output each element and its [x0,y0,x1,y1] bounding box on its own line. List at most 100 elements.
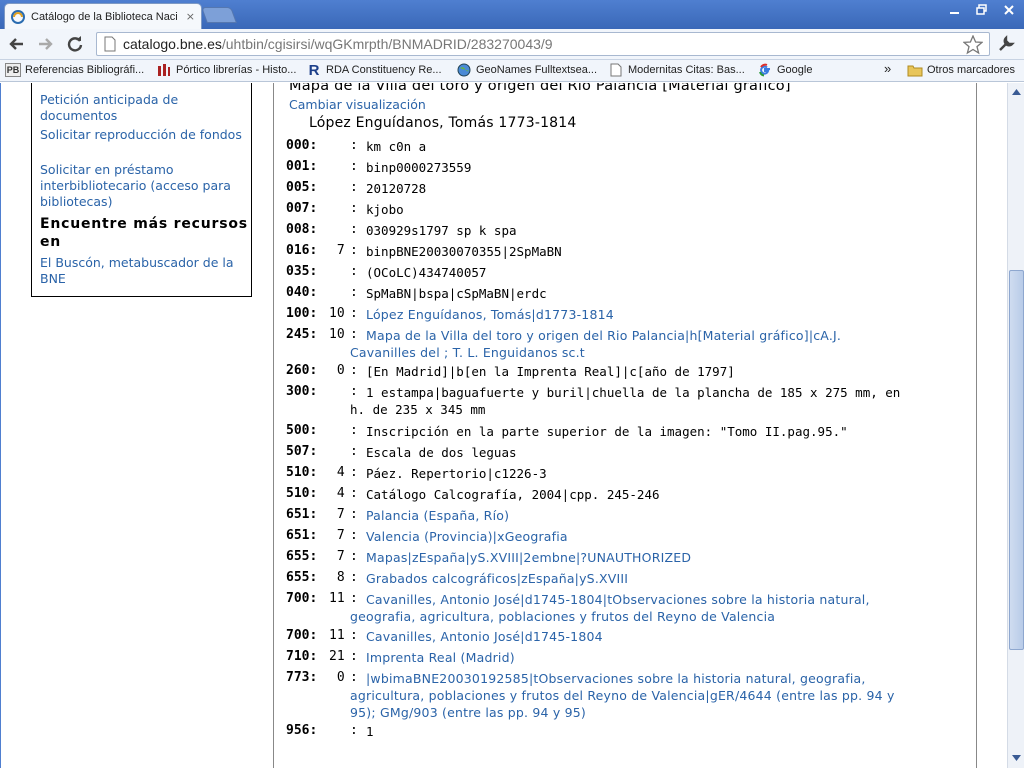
marc-value: binp0000273559 [366,160,472,175]
bookmark-referencias[interactable]: PB Referencias Bibliográfi... [5,63,144,77]
link-peticion-anticipada[interactable]: Petición anticipada de documentos [40,92,250,124]
marc-tag: 510: [286,486,318,501]
marc-indicators: 7 [329,528,345,543]
bookmark-portico[interactable]: Pórtico librerías - Histo... [156,63,296,77]
globe-icon [456,63,472,77]
bookmark-rda[interactable]: R RDA Constituency Re... [306,62,442,79]
marc-indicators: 11 [329,628,345,643]
vertical-scrollbar[interactable] [1007,83,1024,768]
marc-value: binpBNE20030070355|2SpMaBN [366,244,562,259]
marc-tag: 300: [286,384,318,399]
marc-tag: 651: [286,507,318,522]
page-icon [104,36,116,52]
reload-button[interactable] [63,33,87,55]
marc-colon: : [350,549,358,564]
link-buscon[interactable]: El Buscón, metabuscador de la BNE [40,255,250,287]
marc-tag: 507: [286,444,318,459]
marc-tag: 245: [286,327,318,342]
marc-value-link[interactable]: Cavanilles, Antonio José|d1745-1804|tObs… [350,591,906,625]
content-border-right [976,83,977,768]
marc-value-link[interactable]: Valencia (Provincia)|xGeografia [366,528,906,545]
marc-value: Inscripción en la parte superior de la i… [366,424,848,439]
bookmarks-overflow-button[interactable]: » [884,61,891,76]
marc-indicators: 7 [329,549,345,564]
marc-value: 1 estampa|baguafuerte y buril|chuella de… [350,385,908,417]
url-host: catalogo.bne.es [123,36,222,52]
marc-value-link[interactable]: Cavanilles, Antonio José|d1745-1804 [366,628,906,645]
bookmark-label: Pórtico librerías - Histo... [176,64,297,76]
marc-value-link[interactable]: Palancia (España, Río) [366,507,906,524]
forward-arrow-icon [39,38,53,50]
bookmarks-bar: PB Referencias Bibliográfi... Pórtico li… [0,60,1024,82]
marc-indicators: 4 [329,486,345,501]
marc-colon: : [350,159,358,174]
marc-tag: 040: [286,285,318,300]
change-view-link[interactable]: Cambiar visualización [289,97,426,112]
marc-value-link[interactable]: Mapa de la Villa del toro y origen del R… [350,327,906,361]
back-button[interactable] [4,33,28,55]
sidebar-heading: Encuentre más recursos en [40,216,248,250]
restore-icon[interactable] [968,1,995,19]
marc-tag: 651: [286,528,318,543]
marc-value: 030929s1797 sp k spa [366,223,517,238]
marc-indicators: 7 [329,243,345,258]
marc-colon: : [350,306,358,321]
marc-tag: 510: [286,465,318,480]
close-window-icon[interactable] [995,1,1022,19]
address-bar[interactable]: catalogo.bne.es/uhtbin/cgisirsi/wqGKmrpt… [96,32,990,56]
marc-value: 20120728 [366,181,427,196]
window-controls [941,1,1022,19]
scroll-down-icon[interactable] [1009,750,1024,766]
browser-titlebar: Catálogo de la Biblioteca Naci × [0,0,1024,29]
bookmark-geonames[interactable]: GeoNames Fulltextsea... [456,63,597,77]
marc-tag: 001: [286,159,318,174]
marc-colon: : [350,243,358,258]
marc-indicators: 0 [329,670,345,685]
marc-tag: 035: [286,264,318,279]
marc-colon: : [350,507,358,522]
marc-value-link[interactable]: Mapas|zEspaña|yS.XVIII|2embne|?UNAUTHORI… [366,549,906,566]
forward-button[interactable] [34,33,58,55]
marc-value-link[interactable]: López Enguídanos, Tomás|d1773-1814 [366,306,906,323]
marc-indicators: 8 [329,570,345,585]
minimize-icon[interactable] [941,1,968,19]
bookmark-label: Google [777,64,813,76]
marc-tag: 655: [286,570,318,585]
page-viewport: Petición anticipada de documentos Solici… [0,83,1024,768]
marc-indicators: 11 [329,591,345,606]
marc-value-link[interactable]: |wbimaBNE20030192585|tObservaciones sobr… [350,670,906,721]
page-icon [608,63,624,77]
tab-close-icon[interactable]: × [186,10,195,23]
wrench-icon[interactable] [996,34,1016,54]
marc-tag: 773: [286,670,318,685]
new-tab-button[interactable] [201,7,237,23]
marc-value: 1 [366,724,374,739]
marc-colon: : [350,465,358,480]
bookmark-google[interactable]: Google [757,63,812,77]
marc-value: [En Madrid]|b[en la Imprenta Real]|c[año… [366,364,735,379]
bookmark-modernitas[interactable]: Modernitas Citas: Bas... [608,63,745,77]
other-bookmarks[interactable]: Otros marcadores [907,63,1015,77]
reload-icon [67,36,83,52]
scroll-up-icon[interactable] [1009,84,1024,100]
marc-value-link[interactable]: Grabados calcográficos|zEspaña|yS.XVIII [366,570,906,587]
marc-indicators: 10 [329,306,345,321]
content-border-left [273,83,274,768]
bookmark-star-icon[interactable] [963,35,983,55]
folder-icon [907,63,923,77]
marc-tag: 655: [286,549,318,564]
scrollbar-thumb[interactable] [1009,270,1024,650]
back-arrow-icon [9,38,23,50]
marc-colon: : [350,723,358,738]
marc-colon: : [350,222,358,237]
marc-value: Catálogo Calcografía, 2004|cpp. 245-246 [366,487,660,502]
marc-value: kjobo [366,202,404,217]
marc-colon: : [350,201,358,216]
window-edge [0,83,1,768]
marc-tag: 005: [286,180,318,195]
marc-colon: : [350,528,358,543]
link-solicitar-reproduccion[interactable]: Solicitar reproducción de fondos [40,127,250,143]
browser-tab[interactable]: Catálogo de la Biblioteca Naci × [4,3,202,29]
marc-value-link[interactable]: Imprenta Real (Madrid) [366,649,906,666]
link-prestamo-interbibliotecario[interactable]: Solicitar en préstamo interbibliotecario… [40,162,250,210]
